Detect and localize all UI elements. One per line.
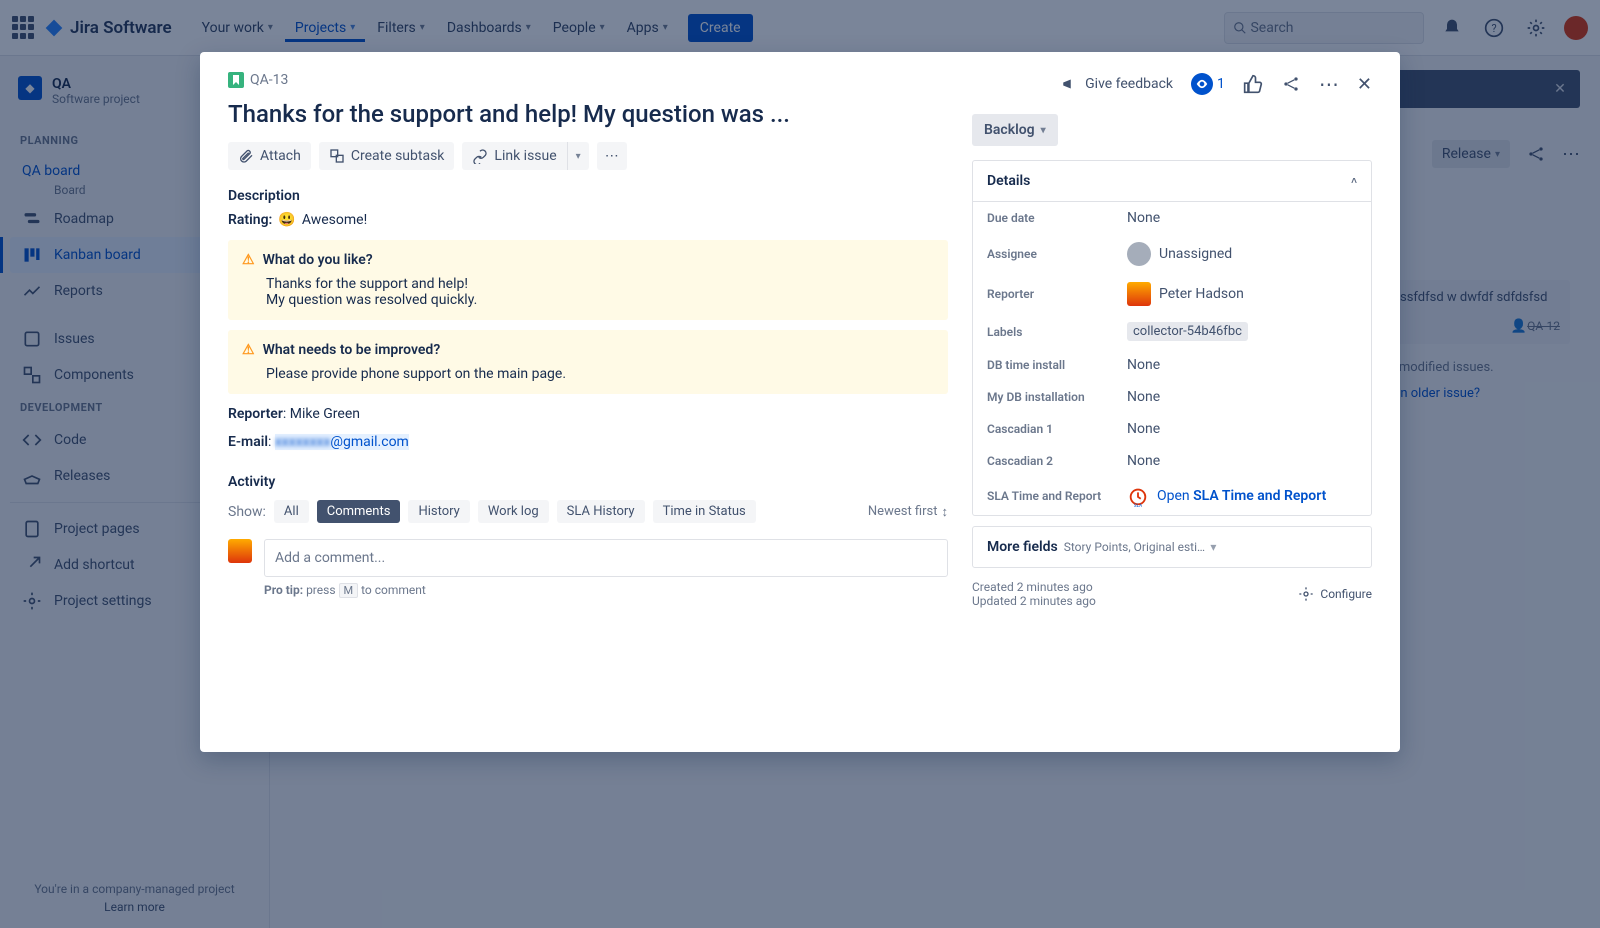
field-due-date[interactable]: Due dateNone (973, 202, 1371, 234)
warning-icon: ⚠ (242, 252, 255, 268)
more-fields-toggle[interactable]: More fields Story Points, Original estim… (972, 526, 1372, 568)
issue-title[interactable]: Thanks for the support and help! My ques… (228, 100, 948, 128)
filter-all[interactable]: All (274, 500, 309, 523)
gear-icon (1298, 586, 1314, 602)
field-labels[interactable]: Labels collector-54b46fbc (973, 314, 1371, 349)
comment-protip: Pro tip: press M to comment (264, 583, 948, 598)
current-user-avatar (228, 539, 252, 563)
sort-newest-first[interactable]: Newest first ↕ (868, 504, 948, 520)
more-actions-button[interactable]: ⋯ (597, 142, 627, 170)
story-icon (228, 72, 244, 88)
field-cascadian2[interactable]: Cascadian 2None (973, 445, 1371, 477)
filter-history[interactable]: History (408, 500, 469, 523)
status-dropdown[interactable]: Backlog▾ (972, 114, 1058, 146)
chevron-down-icon: ▾ (1041, 125, 1046, 136)
chevron-up-icon: ˄ (1351, 176, 1357, 187)
smile-icon: 😃 (278, 212, 295, 228)
email-line: E-mail: xxxxxxxx@gmail.com (228, 434, 948, 450)
field-sla[interactable]: SLA Time and Report SLA Open SLA Time an… (973, 477, 1371, 515)
warning-icon: ⚠ (242, 342, 255, 358)
reporter-line: Reporter: Mike Green (228, 406, 948, 422)
link-issue-button[interactable]: Link issue (462, 142, 566, 170)
megaphone-icon (1061, 75, 1079, 93)
field-reporter[interactable]: Reporter Peter Hadson (973, 274, 1371, 314)
activity-heading: Activity (228, 474, 948, 490)
filter-worklog[interactable]: Work log (478, 500, 549, 523)
sort-icon: ↕ (942, 504, 949, 520)
rating-line: Rating: 😃 Awesome! (228, 212, 948, 228)
link-issue-dropdown[interactable]: ▾ (567, 142, 589, 170)
more-icon[interactable]: ⋯ (1319, 72, 1339, 96)
modal-main: QA-13 Thanks for the support and help! M… (228, 72, 972, 732)
create-subtask-button[interactable]: Create subtask (319, 142, 455, 170)
field-assignee[interactable]: Assignee Unassigned (973, 234, 1371, 274)
description-heading: Description (228, 188, 948, 204)
timestamps: Created 2 minutes ago Updated 2 minutes … (972, 580, 1372, 608)
unassigned-avatar-icon (1127, 242, 1151, 266)
filter-time-in-status[interactable]: Time in Status (653, 500, 756, 523)
chevron-down-icon: ▾ (1210, 540, 1357, 554)
attach-icon (238, 148, 254, 164)
filter-comments[interactable]: Comments (317, 500, 401, 523)
details-panel: Details ˄ Due dateNone Assignee Unassign… (972, 160, 1372, 516)
comment-input[interactable]: Add a comment... (264, 539, 948, 577)
field-db-time[interactable]: DB time installNone (973, 349, 1371, 381)
issue-breadcrumb[interactable]: QA-13 (228, 72, 948, 88)
watch-button[interactable]: 1 (1191, 73, 1225, 95)
panel-like: ⚠What do you like? Thanks for the suppor… (228, 240, 948, 320)
details-heading[interactable]: Details ˄ (973, 161, 1371, 202)
sla-icon: SLA (1127, 485, 1149, 507)
close-button[interactable]: ✕ (1357, 74, 1372, 95)
field-my-db[interactable]: My DB installationNone (973, 381, 1371, 413)
panel-improve: ⚠What needs to be improved? Please provi… (228, 330, 948, 394)
subtask-icon (329, 148, 345, 164)
field-cascadian1[interactable]: Cascadian 1None (973, 413, 1371, 445)
link-icon (472, 148, 488, 164)
filter-sla-history[interactable]: SLA History (557, 500, 645, 523)
issue-actions: Attach Create subtask Link issue ▾ ⋯ (228, 142, 948, 170)
like-icon[interactable] (1243, 74, 1263, 94)
configure-button[interactable]: Configure (1298, 580, 1372, 608)
modal-side: Give feedback 1 ⋯ ✕ Backlog▾ Details ˄ D… (972, 72, 1372, 732)
attach-button[interactable]: Attach (228, 142, 311, 170)
issue-modal: QA-13 Thanks for the support and help! M… (200, 52, 1400, 752)
user-avatar-icon (1127, 282, 1151, 306)
svg-text:SLA: SLA (1134, 503, 1142, 507)
eye-icon (1191, 73, 1213, 95)
give-feedback-button[interactable]: Give feedback (1061, 75, 1173, 93)
share-icon[interactable] (1281, 74, 1301, 94)
email-link[interactable]: xxxxxxxx@gmail.com (275, 434, 409, 450)
activity-filters: Show: All Comments History Work log SLA … (228, 500, 948, 523)
label-chip[interactable]: collector-54b46fbc (1127, 322, 1248, 341)
